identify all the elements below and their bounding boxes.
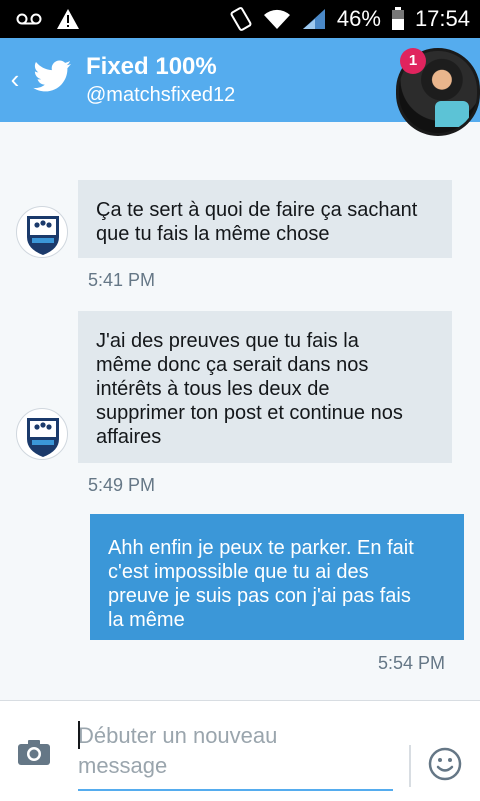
message-timestamp: 5:41 PM: [88, 270, 156, 290]
notification-badge: 1: [400, 48, 426, 74]
message-text-line: intérêts à tous les deux de: [96, 378, 330, 400]
message-bubble-sent[interactable]: Ahh enfin je peux te parker. En fait c'e…: [90, 514, 464, 640]
message-text-line: Ça te sert à quoi de faire ça sachant: [96, 199, 418, 221]
clock-time: 17:54: [414, 6, 470, 31]
camera-icon[interactable]: [18, 739, 50, 765]
message-timestamp: 5:54 PM: [378, 653, 446, 673]
message-text-line: J'ai des preuves que tu fais la: [96, 330, 359, 352]
message-text-line: même donc ça serait dans nos: [96, 354, 369, 376]
twitter-bird-icon[interactable]: [32, 60, 72, 94]
voicemail-icon: [16, 12, 42, 26]
placeholder-line: message: [78, 753, 168, 778]
placeholder-line: Débuter un nouveau: [78, 723, 278, 748]
sender-avatar[interactable]: [16, 408, 68, 460]
back-chevron-icon[interactable]: ‹: [6, 66, 24, 92]
status-bar: 46% 17:54: [0, 0, 480, 38]
signal-icon: [301, 8, 327, 30]
message-bubble-received[interactable]: J'ai des preuves que tu fais la même don…: [78, 311, 452, 463]
message-text-line: c'est impossible que tu ai des: [108, 561, 369, 583]
message-text-line: que tu fais la même chose: [96, 223, 330, 245]
message-timestamp: 5:49 PM: [88, 475, 156, 495]
message-text-line: affaires: [96, 426, 162, 448]
text-cursor: [78, 721, 80, 749]
message-text-line: supprimer ton post et continue nos: [96, 402, 403, 424]
battery-percent: 46%: [336, 6, 381, 31]
message-text-line: Ahh enfin je peux te parker. En fait: [108, 537, 414, 559]
warning-icon: [56, 8, 80, 30]
message-bubble-received[interactable]: Ça te sert à quoi de faire ça sachant qu…: [78, 180, 452, 258]
composer-divider: [409, 745, 411, 787]
battery-icon: [391, 7, 405, 31]
message-text-line: preuve je suis pas con j'ai pas fais: [108, 585, 411, 607]
wifi-icon: [263, 8, 291, 30]
message-text-line: la même: [108, 609, 185, 631]
conversation-handle: @matchsfixed12: [86, 84, 236, 106]
sender-avatar[interactable]: [16, 206, 68, 258]
vibrate-icon: [229, 6, 253, 32]
new-message-input[interactable]: Débuter un nouveau message: [78, 721, 393, 791]
conversation-title: Fixed 100%: [86, 53, 217, 80]
message-composer: Débuter un nouveau message: [0, 700, 480, 801]
emoji-icon[interactable]: [428, 747, 462, 781]
